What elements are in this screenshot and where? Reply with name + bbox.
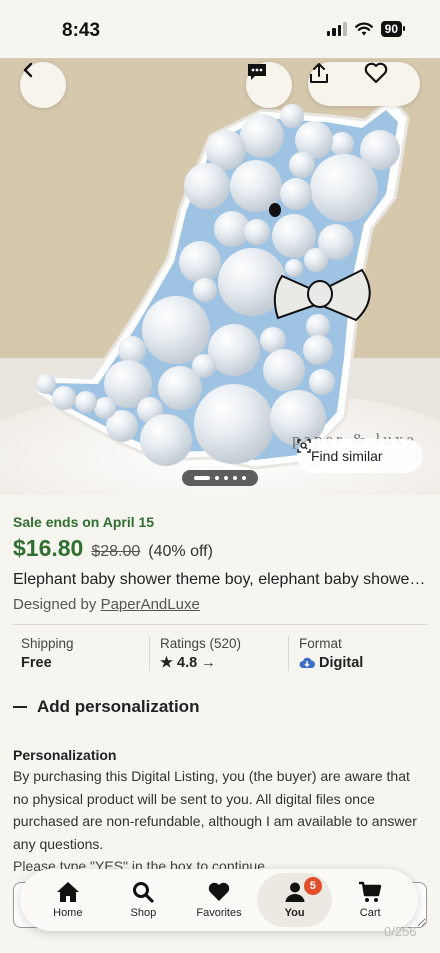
fact-value: ★ 4.8 → xyxy=(160,655,288,671)
tab-label: Favorites xyxy=(196,907,242,919)
status-bar: 8:43 90 xyxy=(0,0,440,58)
share-favorite-pill xyxy=(308,62,420,106)
designed-by: Designed by PaperAndLuxe xyxy=(13,596,427,613)
listing-details: Sale ends on April 15 $16.80 $28.00 (40%… xyxy=(0,495,440,933)
discount-label: (40% off) xyxy=(148,543,213,560)
tab-cart[interactable]: Cart xyxy=(332,873,408,927)
listing-image[interactable]: paper & luxe Find similar xyxy=(0,58,440,495)
tab-label: You xyxy=(284,907,305,919)
tab-label: Shop xyxy=(130,907,157,919)
bottom-tab-bar: Home Shop Favorites 5 You Cart xyxy=(20,869,418,931)
search-icon xyxy=(133,882,154,903)
favorite-button[interactable] xyxy=(364,62,420,106)
original-price: $28.00 xyxy=(91,543,141,560)
chat-bubble-icon xyxy=(248,64,266,80)
image-carousel-indicator[interactable] xyxy=(182,470,258,486)
sale-ends-label: Sale ends on April 15 xyxy=(13,514,155,530)
rating-value: 4.8 xyxy=(177,655,198,671)
personalization-heading: Personalization xyxy=(13,747,117,763)
listing-title[interactable]: Elephant baby shower theme boy, elephant… xyxy=(13,571,427,589)
fact-label: Shipping xyxy=(21,636,74,651)
arrow-right-icon: → xyxy=(201,655,216,671)
tab-home[interactable]: Home xyxy=(30,873,106,927)
home-icon xyxy=(56,882,79,902)
tab-label: Home xyxy=(53,907,83,919)
fact-shipping: Shipping Free xyxy=(13,636,149,671)
heart-icon xyxy=(208,882,230,901)
price-row: $16.80 $28.00 (40% off) xyxy=(13,535,427,562)
personalization-toggle-label: Add personalization xyxy=(37,697,200,716)
notification-badge: 5 xyxy=(303,877,322,895)
cellular-signal-icon xyxy=(326,22,347,36)
image-counter: 0/256 xyxy=(384,924,417,939)
status-time: 8:43 xyxy=(62,20,101,41)
fact-value: Free xyxy=(21,655,149,671)
star-icon: ★ xyxy=(160,655,173,671)
back-button[interactable] xyxy=(20,62,66,108)
tab-shop[interactable]: Shop xyxy=(106,873,182,927)
find-similar-button[interactable]: Find similar xyxy=(297,439,423,473)
current-price: $16.80 xyxy=(13,535,84,561)
person-icon xyxy=(285,882,305,902)
tab-favorites[interactable]: Favorites xyxy=(181,873,257,927)
fact-label: Ratings (520) xyxy=(160,636,242,651)
tab-label: Cart xyxy=(359,907,381,919)
status-icons: 90 xyxy=(326,21,406,37)
format-value: Digital xyxy=(319,655,364,671)
chevron-left-icon xyxy=(23,62,33,78)
share-button[interactable] xyxy=(308,62,364,106)
personalization-toggle[interactable]: Add personalization xyxy=(13,697,427,717)
image-search-icon xyxy=(297,439,311,453)
designed-by-prefix: Designed by xyxy=(13,596,97,613)
personalization-instructions: By purchasing this Digital Listing, you … xyxy=(13,765,427,878)
collapse-dash-icon xyxy=(13,705,27,709)
heart-outline-icon xyxy=(364,62,388,84)
shop-name-link[interactable]: PaperAndLuxe xyxy=(101,596,200,613)
shipping-value: Free xyxy=(21,655,52,671)
divider xyxy=(13,624,427,625)
personalization-body: By purchasing this Digital Listing, you … xyxy=(13,768,417,852)
battery-indicator: 90 xyxy=(380,21,406,37)
fact-format: Format Digital xyxy=(288,636,427,671)
message-seller-button[interactable] xyxy=(246,62,292,108)
fact-value: Digital xyxy=(299,655,427,671)
share-icon xyxy=(310,63,328,83)
fact-label: Format xyxy=(299,636,342,651)
cloud-download-icon xyxy=(299,657,315,669)
find-similar-label: Find similar xyxy=(311,448,383,464)
tab-you[interactable]: 5 You xyxy=(256,873,333,927)
cart-icon xyxy=(359,881,382,902)
fact-ratings[interactable]: Ratings (520) ★ 4.8 → xyxy=(149,636,288,671)
listing-facts: Shipping Free Ratings (520) ★ 4.8 → Form… xyxy=(13,636,427,671)
wifi-icon xyxy=(354,22,373,36)
